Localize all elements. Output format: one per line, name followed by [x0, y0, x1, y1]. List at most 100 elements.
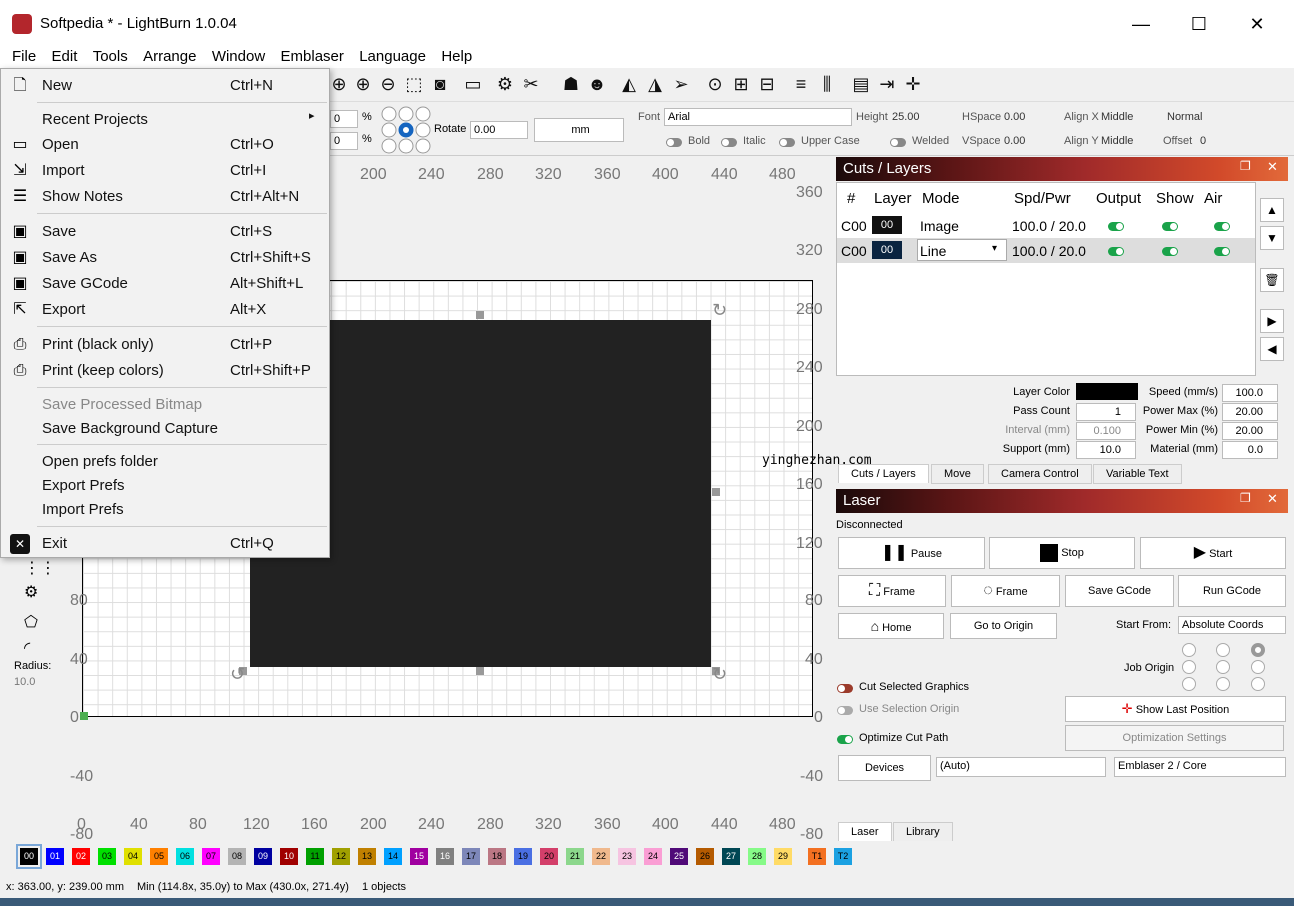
- monitor-icon[interactable]: ▭: [462, 73, 484, 95]
- job-origin-radio[interactable]: [1251, 677, 1265, 691]
- palette-color-06[interactable]: 06: [176, 848, 194, 865]
- tab-cuts-layers[interactable]: Cuts / Layers: [838, 464, 929, 483]
- tab-variable-text[interactable]: Variable Text: [1093, 464, 1182, 484]
- font-select[interactable]: Arial: [664, 108, 852, 126]
- menu-arrange[interactable]: Arrange: [143, 46, 196, 67]
- palette-color-01[interactable]: 01: [46, 848, 64, 865]
- optimization-settings-button[interactable]: Optimization Settings: [1065, 725, 1284, 751]
- maximize-button[interactable]: ☐: [1176, 8, 1222, 40]
- zoom-selection-icon[interactable]: ⬚: [403, 73, 425, 95]
- offset-input[interactable]: 0: [1200, 135, 1206, 147]
- interval-input[interactable]: 0.100: [1076, 422, 1136, 440]
- camera-icon[interactable]: ◙: [429, 73, 451, 95]
- layer-color-swatch[interactable]: [1076, 383, 1138, 400]
- tab-camera-control[interactable]: Camera Control: [988, 464, 1092, 484]
- palette-color-29[interactable]: 29: [774, 848, 792, 865]
- pass-count-input[interactable]: 1: [1076, 403, 1136, 421]
- tab-move[interactable]: Move: [931, 464, 984, 484]
- device-select[interactable]: Emblaser 2 / Core: [1114, 757, 1286, 777]
- job-origin-radio[interactable]: [1216, 660, 1230, 674]
- palette-color-14[interactable]: 14: [384, 848, 402, 865]
- menu-edit[interactable]: Edit: [52, 46, 78, 67]
- air-toggle[interactable]: [1214, 220, 1230, 234]
- palette-color-02[interactable]: 02: [72, 848, 90, 865]
- distribute-h-icon[interactable]: ≡: [790, 73, 812, 95]
- uppercase-toggle[interactable]: [779, 136, 795, 150]
- layer-swatch[interactable]: 00: [872, 241, 902, 259]
- job-origin-radio[interactable]: [1182, 660, 1196, 674]
- vspace-input[interactable]: 0.00: [1004, 135, 1025, 147]
- float-panel-icon[interactable]: ❐: [1240, 491, 1251, 505]
- move-layer-icon[interactable]: ▤: [850, 73, 872, 95]
- tools-icon[interactable]: ✂: [520, 73, 542, 95]
- row-spd-pwr[interactable]: 100.0 / 20.0: [1012, 218, 1086, 234]
- speed-input[interactable]: 100.0: [1222, 384, 1278, 402]
- palette-color-25[interactable]: 25: [670, 848, 688, 865]
- palette-color-04[interactable]: 04: [124, 848, 142, 865]
- palette-color-12[interactable]: 12: [332, 848, 350, 865]
- row-num[interactable]: C00: [841, 218, 867, 234]
- start-from-select[interactable]: Absolute Coords: [1178, 616, 1286, 634]
- move-down-button[interactable]: ▼: [1260, 226, 1284, 250]
- palette-color-27[interactable]: 27: [722, 848, 740, 865]
- air-toggle[interactable]: [1214, 245, 1230, 259]
- bold-toggle[interactable]: [666, 136, 682, 150]
- palette-color-10[interactable]: 10: [280, 848, 298, 865]
- zoom-out-icon[interactable]: ⊖: [377, 73, 399, 95]
- height-input[interactable]: 25.00: [892, 111, 920, 123]
- run-gcode-button[interactable]: Run GCode: [1178, 575, 1286, 607]
- menu-item-save-background-capture[interactable]: Save Background Capture: [42, 420, 218, 437]
- resize-handle[interactable]: [476, 311, 484, 319]
- radius-input[interactable]: 10.0: [14, 676, 35, 688]
- palette-color-05[interactable]: 05: [150, 848, 168, 865]
- devices-button[interactable]: Devices: [838, 755, 931, 781]
- job-origin-radio[interactable]: [1251, 660, 1265, 674]
- tab-laser[interactable]: Laser: [838, 822, 892, 841]
- cut-selected-toggle[interactable]: [837, 682, 853, 696]
- palette-color-22[interactable]: 22: [592, 848, 610, 865]
- circular-array-icon[interactable]: ⚙: [24, 582, 38, 602]
- palette-color-13[interactable]: 13: [358, 848, 376, 865]
- pause-button[interactable]: ❚❚ Pause: [838, 537, 985, 569]
- resize-handle[interactable]: [712, 488, 720, 496]
- menu-item-open-prefs-folder[interactable]: Open prefs folder: [42, 453, 158, 470]
- row-spd-pwr[interactable]: 100.0 / 20.0: [1012, 243, 1086, 259]
- show-toggle[interactable]: [1162, 220, 1178, 234]
- palette-color-08[interactable]: 08: [228, 848, 246, 865]
- row-mode[interactable]: Image: [920, 218, 959, 234]
- palette-color-09[interactable]: 09: [254, 848, 272, 865]
- start-button[interactable]: ▶ Start: [1140, 537, 1286, 569]
- group-icon[interactable]: ☗: [560, 73, 582, 95]
- palette-color-19[interactable]: 19: [514, 848, 532, 865]
- menu-item-save-gcode[interactable]: Save GCode: [42, 275, 128, 292]
- layer-swatch[interactable]: 00: [872, 216, 902, 234]
- menu-emblaser[interactable]: Emblaser: [281, 46, 344, 67]
- zoom-in-icon[interactable]: ⊕: [352, 73, 374, 95]
- menu-item-print-black[interactable]: Print (black only): [42, 336, 154, 353]
- close-button[interactable]: ✕: [1234, 8, 1280, 40]
- aligny-select[interactable]: Middle: [1101, 135, 1133, 147]
- italic-toggle[interactable]: [721, 136, 737, 150]
- palette-color-T1[interactable]: T1: [808, 848, 826, 865]
- float-panel-icon[interactable]: ❐: [1240, 159, 1251, 173]
- go-to-origin-button[interactable]: Go to Origin: [950, 613, 1057, 639]
- job-origin-radio[interactable]: [1182, 643, 1196, 657]
- rotate-handle-icon[interactable]: ↻: [712, 300, 727, 321]
- user-icon[interactable]: ☻: [586, 73, 608, 95]
- minimize-button[interactable]: —: [1118, 8, 1164, 40]
- menu-item-save-as[interactable]: Save As: [42, 249, 97, 266]
- optimize-toggle[interactable]: [837, 733, 853, 747]
- menu-item-export[interactable]: Export: [42, 301, 85, 318]
- save-gcode-button[interactable]: Save GCode: [1065, 575, 1174, 607]
- tab-library[interactable]: Library: [893, 822, 953, 842]
- menu-window[interactable]: Window: [212, 46, 265, 67]
- menu-item-show-notes[interactable]: Show Notes: [42, 188, 123, 205]
- nudge-icon[interactable]: ⇥: [876, 73, 898, 95]
- support-input[interactable]: 10.0: [1076, 441, 1136, 459]
- job-origin-radio[interactable]: [1216, 643, 1230, 657]
- palette-color-26[interactable]: 26: [696, 848, 714, 865]
- palette-color-15[interactable]: 15: [410, 848, 428, 865]
- scale-y-input[interactable]: 0: [330, 132, 358, 150]
- menu-item-export-prefs[interactable]: Export Prefs: [42, 477, 125, 494]
- flip-icon[interactable]: ◮: [644, 73, 666, 95]
